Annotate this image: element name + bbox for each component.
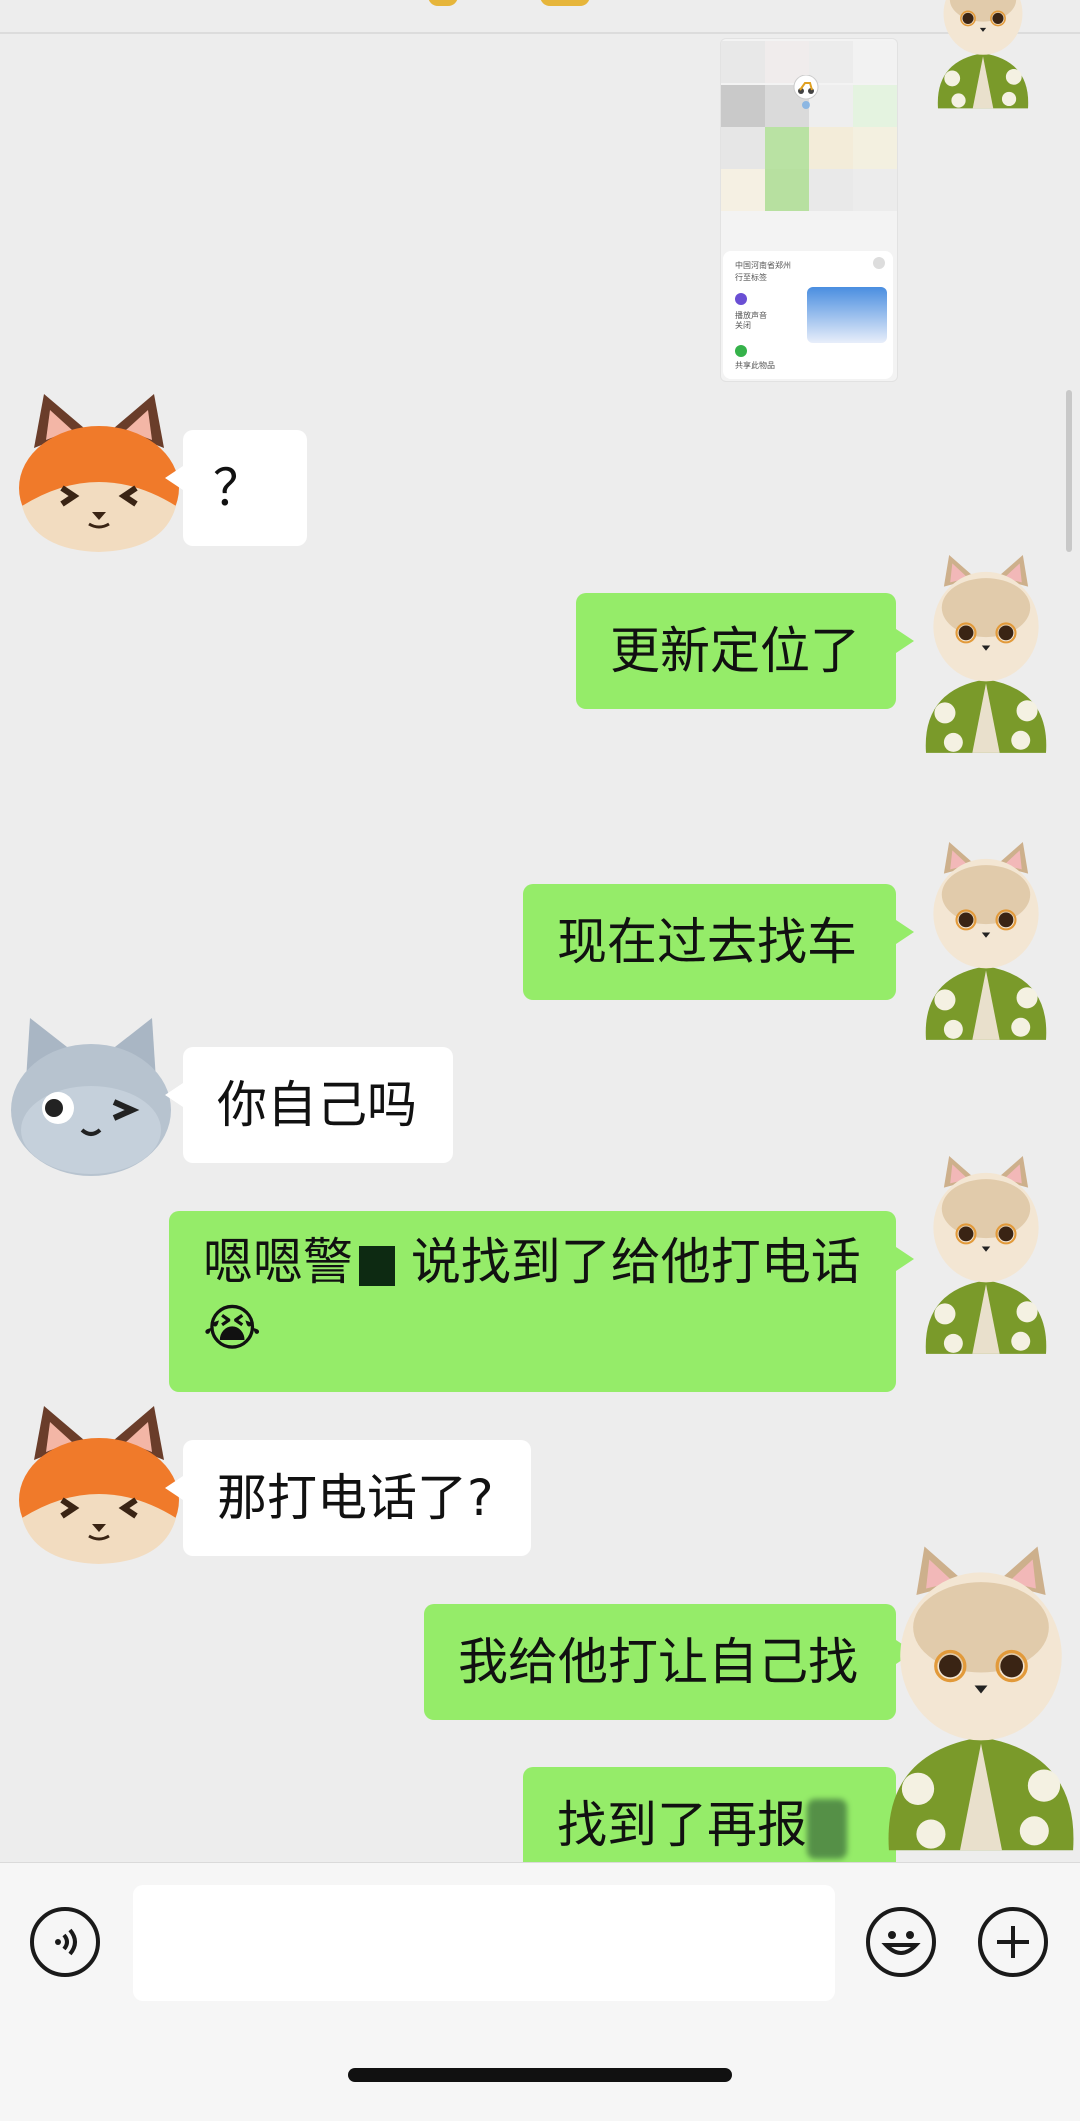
message-text: 找到了再报: [557, 1796, 807, 1854]
message-bubble[interactable]: 我给他打让自己找: [424, 1604, 914, 1720]
emoji: 😭: [203, 1299, 262, 1357]
message-bubble[interactable]: ？: [165, 430, 307, 546]
redaction-block: [358, 1245, 395, 1286]
blur-block: [807, 1798, 847, 1859]
message-bubble[interactable]: 你自己吗: [165, 1047, 453, 1163]
message-text: 你自己吗: [217, 1076, 417, 1134]
message-line: 嗯嗯警 说找到了给他打电话: [203, 1229, 896, 1295]
message-text: 我给他打让自己找: [458, 1633, 858, 1691]
voice-icon[interactable]: [30, 1907, 100, 1977]
my-avatar[interactable]: [908, 0, 1058, 150]
emoji-icon[interactable]: [866, 1907, 936, 1977]
my-avatar[interactable]: [900, 1156, 1072, 1356]
message-text: 说找到了给他打电话: [410, 1233, 861, 1291]
message-bubble[interactable]: 那打电话了?: [165, 1440, 531, 1556]
gray-cat-avatar[interactable]: [2, 1010, 180, 1180]
cat-sticker: [876, 1540, 1080, 1860]
message-text: 那打电话了?: [217, 1469, 494, 1527]
my-avatar[interactable]: [900, 555, 1072, 755]
input-bar: [0, 1862, 1080, 2121]
fox-avatar[interactable]: [10, 388, 188, 558]
plus-icon[interactable]: [978, 1907, 1048, 1977]
message-bubble[interactable]: 现在过去找车: [523, 884, 914, 1000]
message-bubble[interactable]: 找到了再报: [523, 1767, 914, 1862]
message-text: 嗯嗯警: [203, 1233, 353, 1291]
message-text: 现在过去找车: [557, 913, 857, 971]
panel-line2: 行至标签: [735, 273, 767, 282]
home-indicator[interactable]: [348, 2068, 732, 2082]
message-text: ？: [213, 459, 263, 517]
top-residue: [420, 0, 610, 10]
message-input[interactable]: [133, 1885, 835, 2001]
message-bubble[interactable]: 更新定位了: [576, 593, 914, 709]
screenshot-image-message[interactable]: 中国河南省郑州 行至标签 播放声音 关闭 共享此物品: [720, 38, 898, 382]
share-items-label: 共享此物品: [735, 361, 775, 370]
panel-line1: 中国河南省郑州: [735, 261, 791, 270]
find-my-panel: 中国河南省郑州 行至标签 播放声音 关闭 共享此物品: [723, 251, 893, 379]
directions-card: [807, 287, 887, 343]
share-icon: [735, 345, 747, 357]
my-avatar[interactable]: [900, 842, 1072, 1042]
message-bubble[interactable]: 嗯嗯警 说找到了给他打电话 😭: [169, 1211, 914, 1392]
scooter-pin-icon: [793, 75, 819, 109]
message-text: 更新定位了: [610, 622, 860, 680]
play-sound-sub: 关闭: [735, 321, 751, 330]
scrollbar[interactable]: [1066, 390, 1072, 552]
play-icon: [735, 293, 747, 305]
play-sound-label: 播放声音: [735, 311, 767, 320]
fox-avatar[interactable]: [10, 1400, 188, 1570]
close-icon: [873, 257, 885, 269]
chat-area[interactable]: 中国河南省郑州 行至标签 播放声音 关闭 共享此物品 ？ 更新定位了 现在过去找…: [0, 0, 1080, 1862]
